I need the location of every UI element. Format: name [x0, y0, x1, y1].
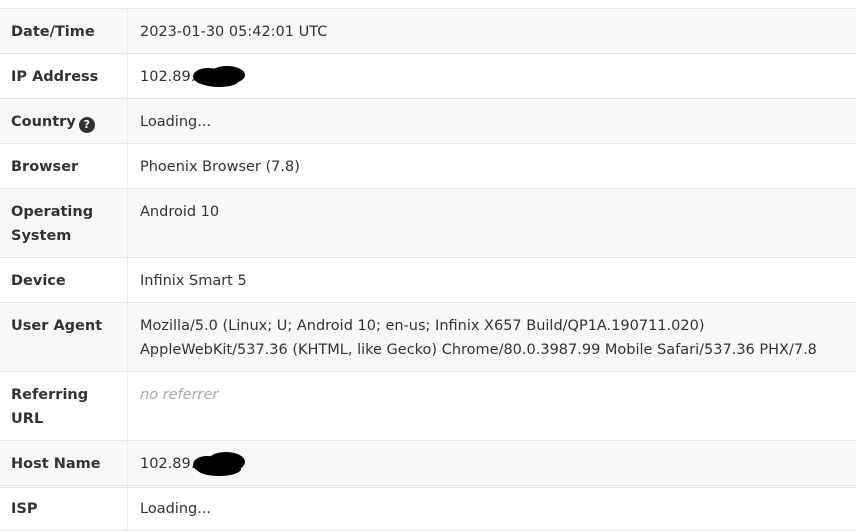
row-ip-address: IP Address 102.89.: [0, 54, 856, 99]
row-value-cell: 102.89.: [128, 441, 856, 486]
row-value: no referrer: [128, 372, 856, 441]
row-label: Referring URL: [0, 372, 128, 441]
row-user-agent: User Agent Mozilla/5.0 (Linux; U; Androi…: [0, 303, 856, 372]
row-value: Phoenix Browser (7.8): [128, 144, 856, 189]
ip-address-value: 102.89.: [140, 69, 195, 85]
row-value: Infinix Smart 5: [128, 258, 856, 303]
row-value: 2023-01-30 05:42:01 UTC: [128, 9, 856, 54]
redaction-mark: [191, 452, 249, 476]
row-label-cell: Country?: [0, 99, 128, 144]
row-label: Country: [11, 114, 76, 130]
row-value: Loading...: [128, 99, 856, 144]
row-value: Android 10: [128, 189, 856, 258]
row-value-cell: 102.89.: [128, 54, 856, 99]
row-label: User Agent: [0, 303, 128, 372]
row-label: Operating System: [0, 189, 128, 258]
row-date-time: Date/Time 2023-01-30 05:42:01 UTC: [0, 9, 856, 54]
row-device: Device Infinix Smart 5: [0, 258, 856, 303]
row-label: Host Name: [0, 441, 128, 486]
row-value: Mozilla/5.0 (Linux; U; Android 10; en-us…: [128, 303, 856, 372]
redaction-mark: [191, 65, 249, 89]
divider: [0, 487, 856, 488]
row-isp: ISP Loading...: [0, 486, 856, 531]
row-label: Device: [0, 258, 128, 303]
row-browser: Browser Phoenix Browser (7.8): [0, 144, 856, 189]
row-label: IP Address: [0, 54, 128, 99]
question-circle-icon[interactable]: ?: [79, 117, 95, 133]
row-value: Loading...: [128, 486, 856, 531]
host-name-value: 102.89.: [140, 456, 195, 472]
visitor-info-table: Date/Time 2023-01-30 05:42:01 UTC IP Add…: [0, 8, 856, 531]
row-label: Browser: [0, 144, 128, 189]
row-host-name: Host Name 102.89.: [0, 441, 856, 486]
row-operating-system: Operating System Android 10: [0, 189, 856, 258]
row-referring-url: Referring URL no referrer: [0, 372, 856, 441]
row-country: Country? Loading...: [0, 99, 856, 144]
row-label: Date/Time: [0, 9, 128, 54]
row-label: ISP: [0, 486, 128, 531]
